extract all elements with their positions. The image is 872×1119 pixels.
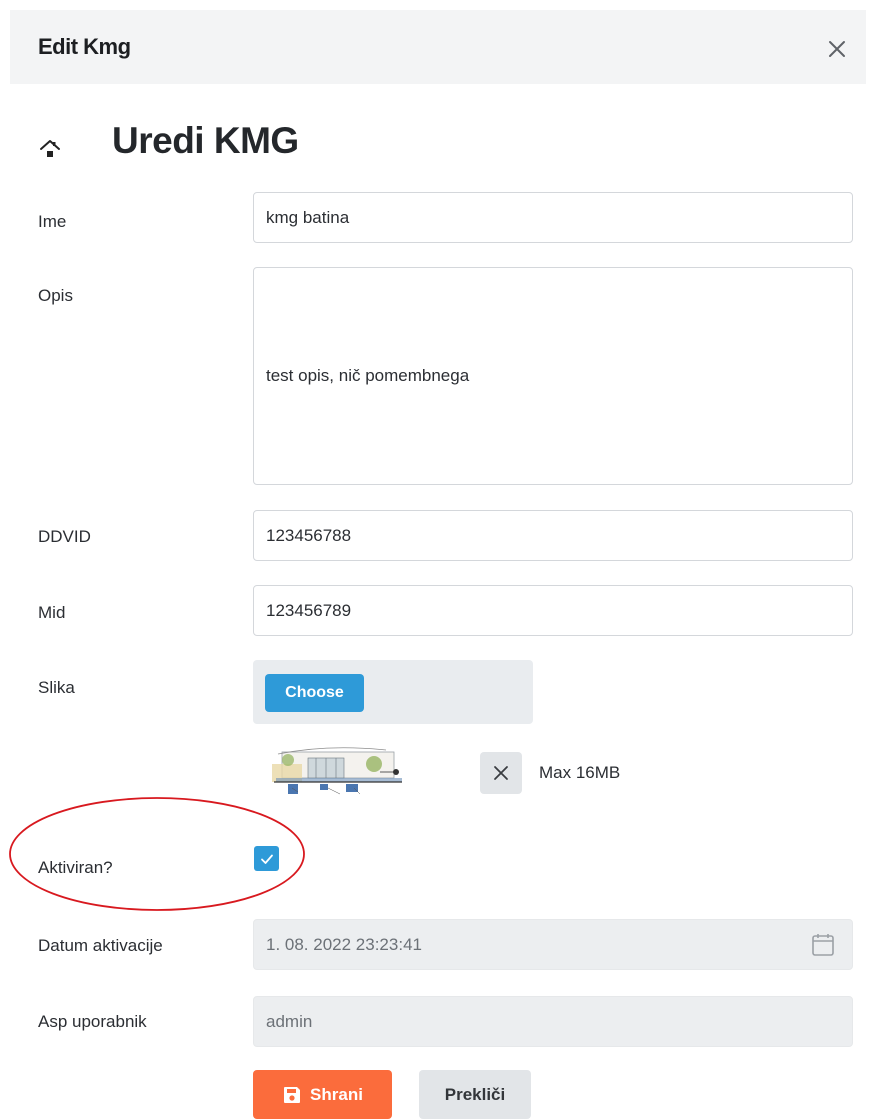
remove-image-button[interactable] [480,752,522,794]
calendar-icon[interactable] [810,932,836,958]
ime-label: Ime [38,212,67,231]
mid-label: Mid [38,603,66,622]
modal-header: Edit Kmg [10,10,866,84]
datum-input: 1. 08. 2022 23:23:41 [253,919,853,970]
asp-input: admin [253,996,853,1047]
ime-input[interactable]: kmg batina [253,192,853,243]
mid-input[interactable]: 123456789 [253,585,853,636]
home-icon [40,140,60,157]
save-button[interactable]: Shrani [253,1070,392,1119]
modal-title: Edit Kmg [38,34,131,59]
save-label: Shrani [310,1084,363,1104]
choose-file-button[interactable]: Choose [265,674,364,712]
asp-label: Asp uporabnik [38,1012,147,1031]
datum-value: 1. 08. 2022 23:23:41 [266,934,422,954]
image-thumbnail [272,747,402,795]
page-title: Uredi KMG [112,120,299,161]
ddvid-input[interactable]: 123456788 [253,510,853,561]
aktiviran-checkbox[interactable] [254,846,279,871]
file-upload-box[interactable]: Choose [253,660,533,724]
max-size-note: Max 16MB [539,763,621,782]
ddvid-label: DDVID [38,527,91,546]
save-icon [284,1086,301,1103]
checkmark-icon [260,854,273,864]
datum-label: Datum aktivacije [38,936,163,955]
opis-textarea[interactable]: test opis, nič pomembnega [253,267,853,485]
close-icon [494,766,508,780]
slika-label: Slika [38,678,75,697]
opis-label: Opis [38,286,73,305]
cancel-button[interactable]: Prekliči [419,1070,531,1119]
close-icon[interactable] [826,38,848,60]
aktiviran-label: Aktiviran? [38,858,113,877]
